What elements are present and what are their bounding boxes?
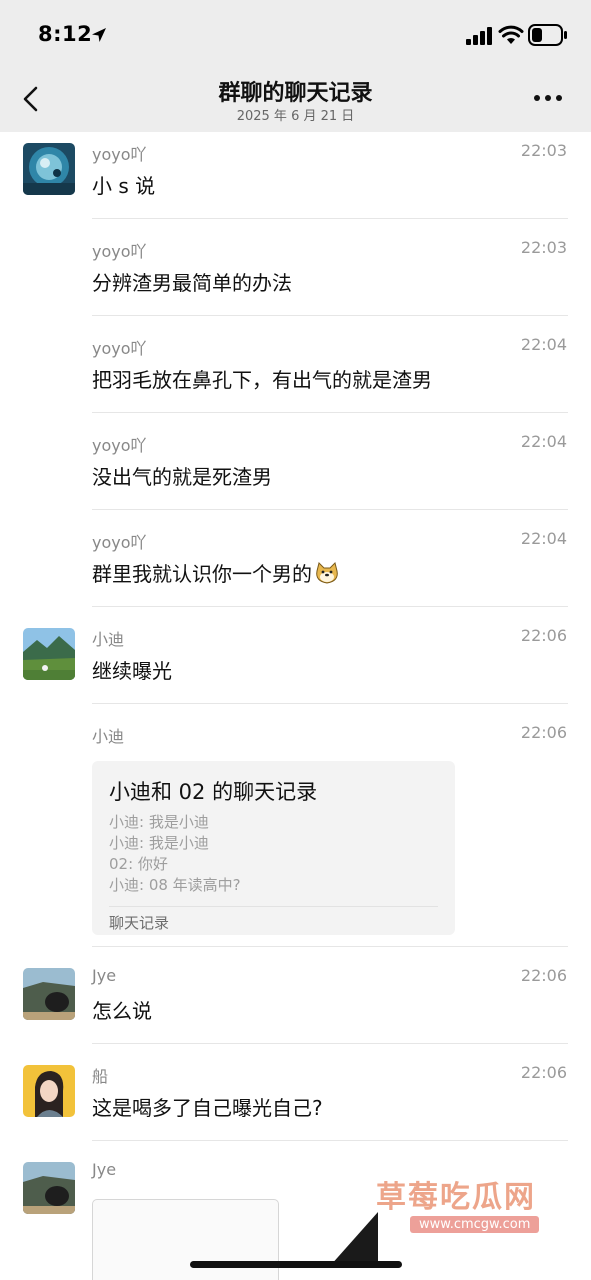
message-time: 22:03 bbox=[520, 141, 567, 160]
divider bbox=[92, 509, 568, 510]
message-time: 22:06 bbox=[520, 723, 567, 742]
sender-name: 小迪 bbox=[92, 630, 125, 649]
sender-name: 小迪 bbox=[92, 727, 125, 746]
doge-emoji-icon bbox=[316, 562, 338, 584]
divider bbox=[92, 1140, 568, 1141]
avatar[interactable] bbox=[23, 143, 75, 195]
message-item: yoyo吖 22:04 没出气的就是死渣男 bbox=[0, 423, 591, 510]
cellular-signal-icon bbox=[466, 27, 492, 45]
message-time: 22:04 bbox=[520, 529, 567, 548]
message-item: yoyo吖 22:04 群里我就认识你一个男的 bbox=[0, 520, 591, 607]
more-options-icon[interactable] bbox=[530, 90, 566, 106]
card-divider bbox=[109, 906, 438, 907]
message-text[interactable]: 把羽毛放在鼻孔下，有出气的就是渣男 bbox=[92, 364, 432, 393]
message-time: 22:06 bbox=[520, 1063, 567, 1082]
avatar[interactable] bbox=[23, 968, 75, 1020]
avatar[interactable] bbox=[23, 1065, 75, 1117]
message-text-content: 群里我就认识你一个男的 bbox=[92, 562, 312, 586]
card-line: 小迪: 我是小迪 bbox=[109, 834, 209, 852]
nav-bar: 群聊的聊天记录 2025 年 6 月 21 日 bbox=[0, 66, 591, 132]
card-title: 小迪和 02 的聊天记录 bbox=[109, 780, 318, 804]
message-time: 22:03 bbox=[520, 238, 567, 257]
message-time: 22:06 bbox=[520, 626, 567, 645]
watermark-title: 草莓吃瓜网 bbox=[376, 1180, 536, 1215]
divider bbox=[92, 412, 568, 413]
divider bbox=[92, 218, 568, 219]
watermark-url: www.cmcgw.com bbox=[410, 1216, 540, 1233]
chat-history-list[interactable]: yoyo吖 22:03 小 s 说 yoyo吖 22:03 分辨渣男最简单的办法… bbox=[0, 132, 591, 1280]
page-title: 群聊的聊天记录 bbox=[218, 81, 373, 106]
sender-name: Jye bbox=[92, 1160, 117, 1179]
sender-name: yoyo吖 bbox=[92, 436, 147, 455]
message-item: yoyo吖 22:03 小 s 说 bbox=[0, 132, 591, 219]
divider bbox=[92, 946, 568, 947]
message-time: 22:04 bbox=[520, 335, 567, 354]
message-text[interactable]: 小 s 说 bbox=[92, 170, 155, 199]
message-item: 船 22:06 这是喝多了自己曝光自己? bbox=[0, 1054, 591, 1141]
message-text[interactable]: 群里我就认识你一个男的 bbox=[92, 558, 340, 587]
message-text[interactable]: 怎么说 bbox=[92, 995, 152, 1024]
avatar[interactable] bbox=[23, 1162, 75, 1214]
card-line: 小迪: 08 年读高中? bbox=[109, 876, 241, 894]
status-bar: 8:12 bbox=[0, 0, 591, 66]
message-item: Jye 22:06 怎么说 bbox=[0, 957, 591, 1044]
card-footer: 聊天记录 bbox=[109, 914, 170, 932]
message-text[interactable]: 分辨渣男最简单的办法 bbox=[92, 267, 292, 296]
battery-icon bbox=[528, 24, 567, 46]
home-indicator[interactable] bbox=[190, 1261, 402, 1268]
message-item: yoyo吖 22:04 把羽毛放在鼻孔下，有出气的就是渣男 bbox=[0, 326, 591, 413]
sender-name: yoyo吖 bbox=[92, 145, 147, 164]
avatar[interactable] bbox=[23, 628, 75, 680]
message-text[interactable]: 没出气的就是死渣男 bbox=[92, 461, 272, 490]
message-time: 22:04 bbox=[520, 432, 567, 451]
divider bbox=[92, 315, 568, 316]
divider bbox=[92, 1043, 568, 1044]
message-text[interactable]: 这是喝多了自己曝光自己? bbox=[92, 1092, 323, 1121]
chat-record-card[interactable]: 小迪和 02 的聊天记录 小迪: 我是小迪 小迪: 我是小迪 02: 你好 小迪… bbox=[92, 761, 455, 935]
sender-name: 船 bbox=[92, 1067, 109, 1086]
location-arrow-icon bbox=[92, 28, 106, 42]
status-time: 8:12 bbox=[38, 22, 93, 46]
divider bbox=[92, 703, 568, 704]
message-time: 22:06 bbox=[520, 966, 567, 985]
message-item: 小迪 22:06 小迪和 02 的聊天记录 小迪: 我是小迪 小迪: 我是小迪 … bbox=[0, 714, 591, 947]
divider bbox=[92, 606, 568, 607]
message-item: 小迪 22:06 继续曝光 bbox=[0, 617, 591, 704]
card-line: 小迪: 我是小迪 bbox=[109, 813, 209, 831]
wifi-icon bbox=[498, 25, 524, 44]
sender-name: yoyo吖 bbox=[92, 533, 147, 552]
message-item: yoyo吖 22:03 分辨渣男最简单的办法 bbox=[0, 229, 591, 316]
sender-name: Jye bbox=[92, 966, 117, 985]
watermark: 草莓吃瓜网 www.cmcgw.com bbox=[376, 1172, 576, 1242]
card-line: 02: 你好 bbox=[109, 855, 168, 873]
message-text[interactable]: 继续曝光 bbox=[92, 655, 172, 684]
sender-name: yoyo吖 bbox=[92, 339, 147, 358]
page-date: 2025 年 6 月 21 日 bbox=[236, 109, 355, 124]
sender-name: yoyo吖 bbox=[92, 242, 147, 261]
